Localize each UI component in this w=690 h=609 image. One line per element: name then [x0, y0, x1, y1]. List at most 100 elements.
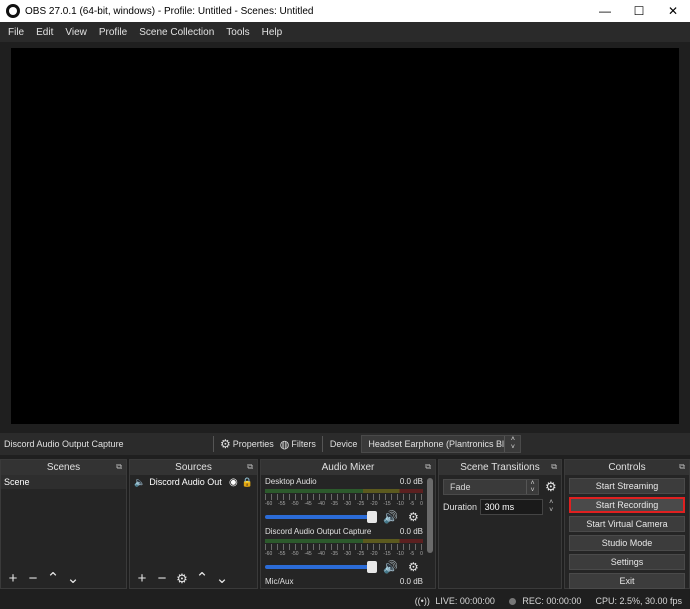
volume-fader[interactable] [265, 561, 377, 573]
gear-icon: ⚙ [220, 437, 231, 451]
live-status: ((•)) LIVE: 00:00:00 [415, 596, 495, 606]
cpu-status: CPU: 2.5%, 30.00 fps [595, 595, 682, 606]
undock-icon[interactable]: ⧉ [425, 462, 431, 472]
maximize-button[interactable]: ☐ [622, 0, 656, 22]
meter-ticks [265, 494, 423, 500]
obs-app-icon [6, 4, 20, 18]
volume-fader[interactable] [265, 511, 377, 523]
lock-icon[interactable]: 🔒 [242, 477, 253, 488]
transition-select[interactable]: Fade ˄ ˅ [443, 479, 539, 495]
scenes-toolbar: + − ⌃ ⌄ [1, 568, 126, 588]
fader-thumb[interactable] [367, 511, 377, 523]
properties-button[interactable]: ⚙ Properties [217, 437, 277, 451]
undock-icon[interactable]: ⧉ [247, 462, 253, 472]
track-db: 0.0 dB [399, 577, 423, 586]
move-up-icon[interactable]: ⌃ [45, 570, 61, 586]
scenes-title: Scenes [46, 462, 81, 473]
transition-value: Fade [450, 482, 471, 492]
source-item-label: Discord Audio Out [149, 477, 222, 487]
duration-label: Duration [443, 502, 478, 512]
menu-tools[interactable]: Tools [220, 27, 255, 38]
undock-icon[interactable]: ⧉ [551, 462, 557, 472]
move-down-icon[interactable]: ⌄ [214, 570, 230, 586]
exit-button[interactable]: Exit [569, 573, 685, 589]
gear-icon[interactable]: ⚙ [545, 479, 557, 495]
window-title: OBS 27.0.1 (64-bit, windows) - Profile: … [25, 5, 314, 17]
properties-label: Properties [232, 439, 274, 449]
volume-meter [265, 489, 423, 493]
move-up-icon[interactable]: ⌃ [194, 570, 210, 586]
controls-dock: Controls ⧉ Start Streaming Start Recordi… [564, 459, 690, 589]
menu-profile[interactable]: Profile [93, 27, 133, 38]
add-icon[interactable]: + [134, 570, 150, 586]
move-down-icon[interactable]: ⌄ [65, 570, 81, 586]
mixer-track: Discord Audio Output Capture 0.0 dB -60-… [261, 525, 435, 575]
mixer-track: Mic/Aux 0.0 dB [261, 575, 435, 589]
remove-icon[interactable]: − [154, 570, 170, 586]
controls-title: Controls [608, 462, 646, 473]
scene-transitions-dock: Scene Transitions ⧉ Fade ˄ ˅ ⚙ Duration 3… [438, 459, 562, 589]
undock-icon[interactable]: ⧉ [116, 462, 122, 472]
scene-item[interactable]: Scene [1, 475, 126, 489]
menu-file[interactable]: File [2, 27, 30, 38]
gear-icon[interactable]: ⚙ [408, 560, 419, 574]
duration-spinner[interactable]: ˄ ˅ [545, 499, 557, 515]
divider [213, 436, 214, 452]
live-time: LIVE: 00:00:00 [435, 595, 495, 606]
broadcast-icon: ((•)) [414, 595, 430, 606]
close-button[interactable]: ✕ [656, 0, 690, 22]
track-db: 0.0 dB [399, 527, 423, 536]
meter-ticks [265, 544, 423, 550]
speaker-icon[interactable]: 🔊 [383, 560, 398, 574]
source-item[interactable]: 🔈 Discord Audio Out ◉ 🔒 [130, 475, 257, 489]
scene-item-label: Scene [4, 477, 30, 487]
speaker-icon: 🔈 [134, 476, 146, 487]
transitions-title: Scene Transitions [460, 462, 540, 473]
preview-canvas[interactable] [11, 48, 679, 424]
sources-dock: Sources ⧉ 🔈 Discord Audio Out ◉ 🔒 + − ⚙ … [129, 459, 258, 589]
settings-button[interactable]: Settings [569, 554, 685, 570]
audio-mixer-dock: Audio Mixer ⧉ Desktop Audio 0.0 dB -60 -5… [260, 459, 436, 589]
dock-title: Sources ⧉ [130, 460, 257, 475]
rec-time: REC: 00:00:00 [522, 595, 582, 606]
dock-title: Scene Transitions ⧉ [439, 460, 561, 475]
menu-edit[interactable]: Edit [30, 27, 59, 38]
dock-title: Audio Mixer ⧉ [261, 460, 435, 475]
menu-bar: File Edit View Profile Scene Collection … [0, 22, 690, 42]
sources-title: Sources [175, 462, 212, 473]
device-select[interactable]: Headset Earphone (Plantronics Blac ˄ ˅ [361, 435, 522, 453]
gear-icon[interactable]: ⚙ [174, 570, 190, 586]
filters-label: Filters [291, 439, 316, 449]
menu-scene-collection[interactable]: Scene Collection [133, 27, 220, 38]
start-recording-button[interactable]: Start Recording [569, 497, 685, 513]
speaker-icon[interactable]: 🔊 [383, 510, 398, 524]
device-value: Headset Earphone (Plantronics Blac [368, 439, 514, 449]
meter-tick-labels: -60 -55 -50 -45 -40 -35 -30 -25 -20 -15 -10 -5 0 [265, 501, 423, 507]
minimize-button[interactable]: — [588, 0, 622, 22]
gear-icon[interactable]: ⚙ [408, 510, 419, 524]
menu-help[interactable]: Help [256, 27, 289, 38]
mixer-track: Desktop Audio 0.0 dB -60 -55 -50 -45 -40 -35-… [261, 475, 435, 525]
track-db: 0.0 dB [399, 477, 423, 486]
device-label: Device [329, 439, 358, 449]
fader-thumb[interactable] [367, 561, 377, 573]
title-bar: OBS 27.0.1 (64-bit, windows) - Profile: … [0, 0, 690, 22]
duration-input[interactable]: 300 ms [479, 499, 544, 515]
status-bar: ((•)) LIVE: 00:00:00 REC: 00:00:00 CPU: … [0, 592, 690, 609]
visibility-eye-icon[interactable]: ◉ [229, 477, 238, 488]
mixer-scrollbar[interactable] [427, 478, 433, 553]
start-streaming-button[interactable]: Start Streaming [569, 478, 685, 494]
dock-title: Controls ⧉ [565, 460, 689, 475]
add-icon[interactable]: + [5, 570, 21, 586]
remove-icon[interactable]: − [25, 570, 41, 586]
filter-icon: ◍ [279, 438, 290, 451]
sources-toolbar: + − ⚙ ⌃ ⌄ [130, 568, 257, 588]
studio-mode-button[interactable]: Studio Mode [569, 535, 685, 551]
start-virtual-camera-button[interactable]: Start Virtual Camera [569, 516, 685, 532]
filters-button[interactable]: ◍ Filters [277, 438, 319, 451]
meter-tick-labels: -60 -55 -50 -45 -40 -35 -30 -25 -20 -15 -10 -5 0 [265, 551, 423, 557]
menu-view[interactable]: View [59, 27, 93, 38]
selected-source-name: Discord Audio Output Capture [4, 439, 124, 449]
undock-icon[interactable]: ⧉ [679, 462, 685, 472]
dock-title: Scenes ⧉ [1, 460, 126, 475]
